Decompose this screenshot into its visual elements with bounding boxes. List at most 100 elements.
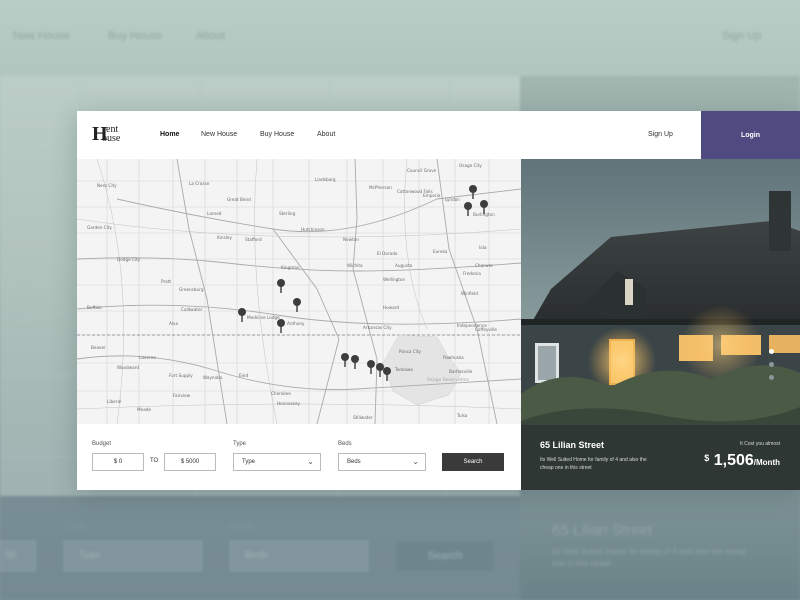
listing-photo: 65 Lilian Street Its Well Suited Home fo… bbox=[521, 159, 800, 490]
map-place-label: Sterling bbox=[279, 211, 296, 216]
map-place-label: Emporia bbox=[423, 193, 441, 198]
map-place-label: Bartlesville bbox=[449, 369, 473, 374]
listing-description: Its Well Suited Home for family of 4 and… bbox=[540, 457, 647, 471]
beds-select[interactable]: Beds ⌄ bbox=[338, 453, 426, 471]
listing-info-panel: 65 Lilian Street Its Well Suited Home fo… bbox=[521, 425, 800, 490]
nav-home[interactable]: Home bbox=[160, 131, 179, 138]
budget-to-label: TO bbox=[150, 458, 159, 464]
map-place-labels: Council Grove Osage City Lindsborg La Cross… bbox=[87, 163, 497, 420]
map-place-label: Woodward bbox=[117, 365, 139, 370]
price-currency: $ bbox=[704, 453, 710, 463]
listing-price: $ 1,506/Month bbox=[704, 452, 780, 470]
logo[interactable]: H ent ouse bbox=[92, 123, 132, 147]
map-place-label: Enid bbox=[239, 373, 248, 378]
map-place-label: Kinsley bbox=[217, 235, 232, 240]
map-place-label: Howard bbox=[383, 305, 399, 310]
map-place-label: El Dorado bbox=[377, 251, 398, 256]
map-place-label: Osage City bbox=[459, 163, 482, 168]
map-place-label: Lyndon bbox=[445, 197, 460, 202]
carousel-dot-2[interactable] bbox=[769, 362, 774, 367]
map-place-label: Ness City bbox=[97, 183, 117, 188]
map-pin-icon[interactable] bbox=[351, 355, 359, 369]
logo-line-2: ouse bbox=[102, 133, 121, 144]
background-nav: New House Buy House About Sign Up bbox=[0, 30, 800, 50]
type-select[interactable]: Type ⌄ bbox=[233, 453, 321, 471]
bg-search-button: Search bbox=[396, 541, 494, 571]
bg-beds-box: Beds bbox=[230, 541, 368, 571]
map-place-label: Tulsa bbox=[456, 413, 468, 418]
search-button[interactable]: Search bbox=[442, 453, 504, 471]
map-place-label: Hennessey bbox=[277, 401, 301, 406]
nav-about[interactable]: About bbox=[317, 131, 335, 138]
map-place-label: Newton bbox=[343, 237, 359, 242]
login-button[interactable]: Login bbox=[701, 111, 800, 159]
map-place-label: Pawhuska bbox=[443, 355, 464, 360]
bg-nav-new-house: New House bbox=[13, 30, 70, 42]
bg-type-value: Type bbox=[79, 550, 101, 561]
bg-listing-title: 65 Lilian Street bbox=[552, 522, 653, 539]
map-pins bbox=[238, 185, 488, 381]
type-label: Type bbox=[233, 441, 247, 447]
map-place-label: Osage Reservation bbox=[427, 377, 470, 383]
chevron-down-icon: ⌄ bbox=[412, 457, 419, 466]
map-place-label: Wellington bbox=[383, 277, 405, 282]
map-place-label: Fort Supply bbox=[169, 373, 193, 378]
map-place-label: Fredonia bbox=[463, 271, 481, 276]
map-pin-icon[interactable] bbox=[341, 353, 349, 367]
map-place-label: Liberal bbox=[107, 399, 121, 404]
map-place-label: Wichita bbox=[347, 263, 363, 268]
map-place-label: Lindsborg bbox=[315, 177, 336, 182]
map-place-label: Fairview bbox=[173, 393, 191, 398]
map-place-label: Chanute bbox=[475, 263, 493, 268]
map-place-label: Tonkawa bbox=[394, 367, 413, 372]
map-place-label: La Crosse bbox=[189, 181, 210, 186]
listing-title[interactable]: 65 Lilian Street bbox=[540, 440, 604, 450]
map-place-label: Laverne bbox=[139, 355, 156, 360]
bg-nav-buy-house: Buy House bbox=[108, 30, 162, 42]
background-search: 00 Type Type Beds Beds Search bbox=[0, 496, 520, 600]
map-pin-icon[interactable] bbox=[367, 360, 375, 374]
carousel-dot-1[interactable] bbox=[769, 349, 774, 354]
beds-select-value: Beds bbox=[347, 459, 361, 465]
sign-up-link[interactable]: Sign Up bbox=[648, 131, 673, 138]
map-place-label: Winfield bbox=[461, 291, 478, 296]
map-place-label: Augusta bbox=[395, 263, 413, 268]
map-place-label: Stillwater bbox=[353, 415, 373, 420]
map-place-label: Larned bbox=[207, 211, 222, 216]
nav-buy-house[interactable]: Buy House bbox=[260, 131, 294, 138]
map-pin-icon[interactable] bbox=[238, 308, 246, 322]
map-place-label: Waynoka bbox=[203, 375, 222, 380]
map-place-label: McPherson bbox=[369, 185, 392, 190]
map-place-label: Kingman bbox=[281, 265, 300, 270]
budget-max-input[interactable]: $ 5000 bbox=[164, 453, 216, 471]
map-place-label: Meade bbox=[137, 407, 151, 412]
map-pin-icon[interactable] bbox=[293, 298, 301, 312]
map-place-label: Council Grove bbox=[407, 168, 437, 173]
budget-min-input[interactable]: $ 0 bbox=[92, 453, 144, 471]
bg-beds-label: Beds bbox=[230, 521, 253, 532]
nav-new-house[interactable]: New House bbox=[201, 131, 237, 138]
map-place-label: Greensburg bbox=[179, 287, 204, 292]
carousel-dot-3[interactable] bbox=[769, 375, 774, 380]
bg-budget-value: 00 bbox=[5, 550, 17, 561]
bg-nav-sign-up: Sign Up bbox=[722, 30, 762, 42]
map-place-label: Garden City bbox=[87, 225, 112, 230]
map-place-label: Iola bbox=[479, 245, 487, 250]
map-pin-icon[interactable] bbox=[277, 319, 285, 333]
map-place-label: Medicine Lodge bbox=[247, 315, 280, 320]
bg-type-label: Type bbox=[64, 521, 86, 532]
map-view[interactable]: Council Grove Osage City Lindsborg La Cross… bbox=[77, 159, 521, 424]
map-place-label: Pratt bbox=[161, 279, 171, 284]
bg-budget-box: 00 bbox=[0, 541, 36, 571]
map-place-label: Cherokee bbox=[271, 391, 291, 396]
map-place-label: Coldwater bbox=[181, 307, 203, 312]
map-pin-icon[interactable] bbox=[277, 279, 285, 293]
map-place-label: Stafford bbox=[245, 237, 262, 242]
map-pin-icon[interactable] bbox=[464, 202, 472, 216]
top-navigation: H ent ouse Home New House Buy House Abou… bbox=[77, 111, 800, 159]
beds-label: Beds bbox=[338, 441, 352, 447]
map-place-label: Arkansas City bbox=[363, 325, 392, 330]
map-place-label: Hutchinson bbox=[301, 227, 325, 232]
map-pin-icon[interactable] bbox=[469, 185, 477, 199]
bg-beds-value: Beds bbox=[245, 550, 268, 561]
